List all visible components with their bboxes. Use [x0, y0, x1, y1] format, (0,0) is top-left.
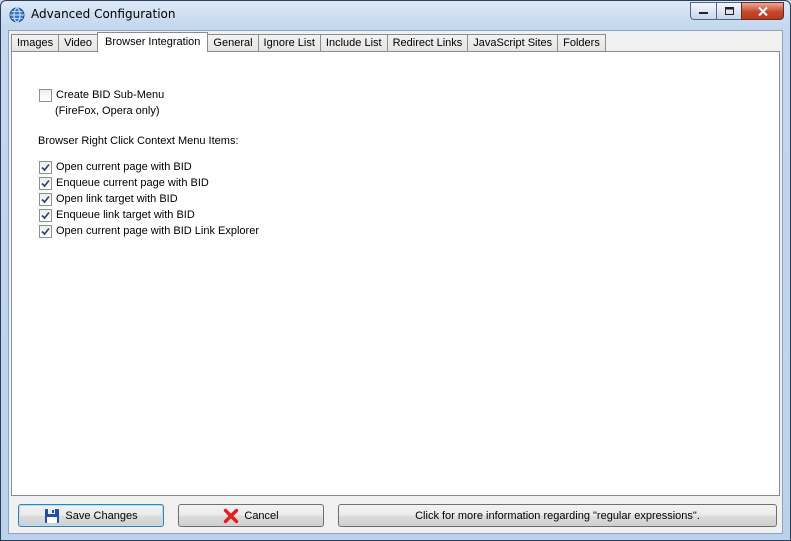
- close-icon: [757, 6, 768, 16]
- regex-info-button[interactable]: Click for more information regarding "re…: [338, 504, 777, 527]
- enqueue-page-label: Enqueue current page with BID: [56, 177, 209, 189]
- checkmark-icon: [41, 227, 50, 235]
- red-x-icon: [224, 508, 239, 523]
- checkmark-icon: [41, 195, 50, 203]
- create-submenu-option[interactable]: Create BID Sub-Menu: [39, 88, 164, 102]
- context-item-enqueue-page[interactable]: Enqueue current page with BID: [39, 176, 209, 190]
- minimize-button[interactable]: [690, 2, 716, 20]
- tab-general[interactable]: General: [207, 34, 259, 52]
- save-changes-label: Save Changes: [65, 509, 138, 522]
- floppy-disk-icon: [45, 508, 60, 523]
- dialog-window: Advanced Configuration Images Video Brow…: [0, 0, 791, 541]
- open-page-label: Open current page with BID: [56, 161, 192, 173]
- create-submenu-checkbox[interactable]: [39, 88, 52, 102]
- enqueue-page-checkbox[interactable]: [39, 176, 52, 190]
- tab-images[interactable]: Images: [11, 34, 60, 52]
- dialog-client-area: Images Video Browser Integration General…: [8, 30, 783, 534]
- tab-javascript-sites[interactable]: JavaScript Sites: [467, 34, 559, 52]
- context-menu-heading: Browser Right Click Context Menu Items:: [38, 135, 239, 147]
- enqueue-link-checkbox[interactable]: [39, 208, 52, 222]
- close-button[interactable]: [741, 2, 784, 20]
- globe-icon: [9, 7, 25, 23]
- open-page-checkbox[interactable]: [39, 160, 52, 174]
- regex-info-label: Click for more information regarding "re…: [415, 509, 700, 522]
- window-title: Advanced Configuration: [31, 7, 176, 21]
- save-changes-button[interactable]: Save Changes: [18, 504, 164, 527]
- context-item-enqueue-link[interactable]: Enqueue link target with BID: [39, 208, 195, 222]
- tab-folders[interactable]: Folders: [557, 34, 606, 52]
- link-explorer-label: Open current page with BID Link Explorer: [56, 225, 259, 237]
- context-item-open-page[interactable]: Open current page with BID: [39, 160, 192, 174]
- maximize-icon: [724, 7, 734, 15]
- checkmark-icon: [41, 179, 50, 187]
- open-link-checkbox[interactable]: [39, 192, 52, 206]
- tab-video[interactable]: Video: [58, 34, 99, 52]
- tab-redirect-links[interactable]: Redirect Links: [386, 34, 469, 52]
- checkmark-icon: [41, 211, 50, 219]
- tab-include-list[interactable]: Include List: [319, 34, 388, 52]
- tab-strip: Images Video Browser Integration General…: [11, 32, 606, 52]
- open-link-label: Open link target with BID: [56, 193, 178, 205]
- tab-ignore-list[interactable]: Ignore List: [257, 34, 321, 52]
- link-explorer-checkbox[interactable]: [39, 224, 52, 238]
- create-submenu-label: Create BID Sub-Menu: [56, 89, 165, 101]
- maximize-button[interactable]: [716, 2, 741, 20]
- minimize-icon: [699, 12, 708, 14]
- tab-browser-integration[interactable]: Browser Integration: [97, 32, 209, 52]
- browser-integration-panel: Create BID Sub-Menu (FireFox, Opera only…: [11, 51, 780, 496]
- enqueue-link-label: Enqueue link target with BID: [56, 209, 195, 221]
- title-bar[interactable]: Advanced Configuration: [1, 1, 790, 28]
- submenu-note: (FireFox, Opera only): [55, 105, 160, 117]
- cancel-label: Cancel: [244, 509, 279, 522]
- context-item-open-link[interactable]: Open link target with BID: [39, 192, 178, 206]
- caption-buttons: [690, 2, 784, 20]
- context-item-link-explorer[interactable]: Open current page with BID Link Explorer: [39, 224, 259, 238]
- cancel-button[interactable]: Cancel: [178, 504, 324, 527]
- checkmark-icon: [41, 163, 50, 171]
